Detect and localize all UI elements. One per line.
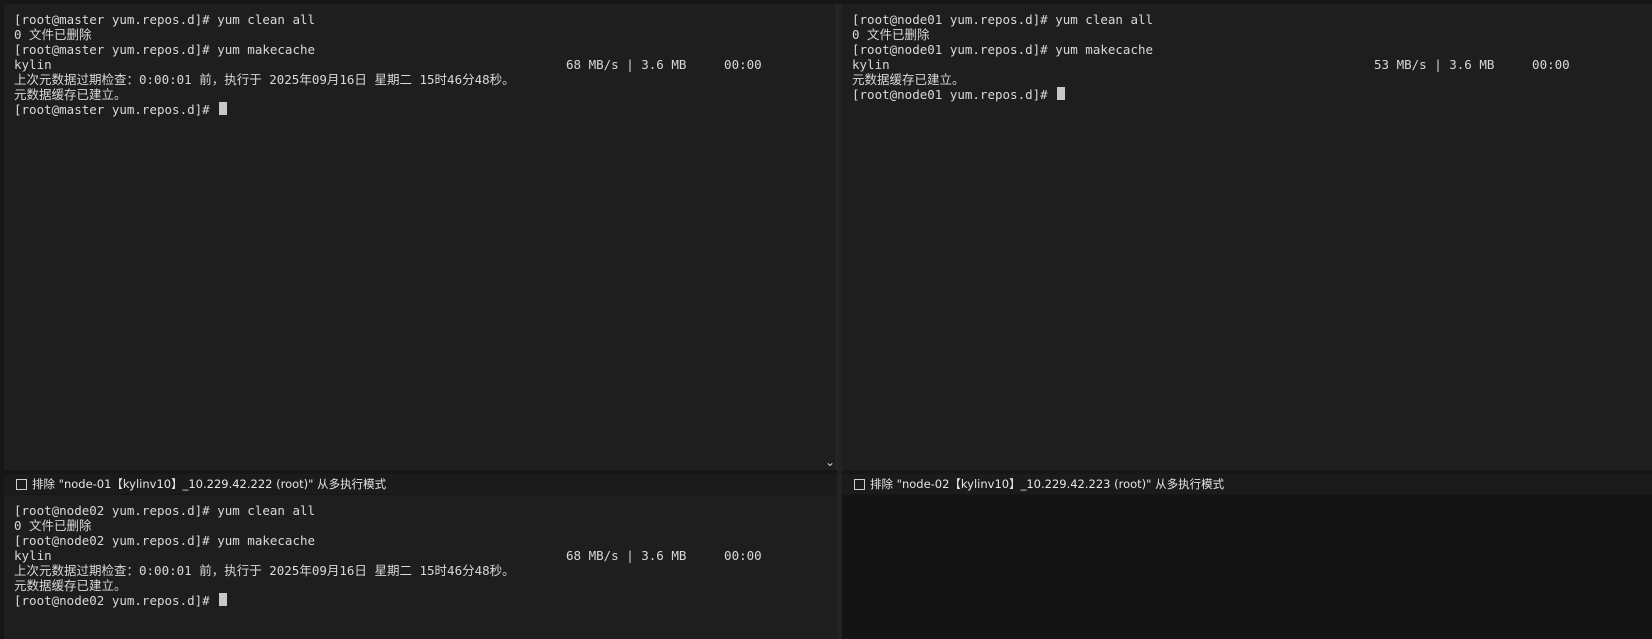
exclude-label: 排除 "node-02【kylinv10】_10.229.42.223 (roo…: [870, 477, 1225, 491]
terminal-line: 0 文件已删除: [14, 518, 92, 533]
terminal-line: 元数据缓存已建立。: [14, 578, 127, 593]
terminal-line: 元数据缓存已建立。: [852, 72, 965, 87]
terminal-prompt-line[interactable]: [root@node02 yum.repos.d]#: [14, 593, 827, 608]
repo-name: kylin: [14, 57, 52, 72]
terminal-repo-progress-line: kylin 68 MB/s | 3.6 MB 00:00: [14, 548, 827, 563]
terminal-pane-node02[interactable]: [root@node02 yum.repos.d]# yum clean all…: [4, 495, 837, 639]
terminal-prompt-line[interactable]: [root@master yum.repos.d]#: [14, 102, 826, 117]
shell-prompt: [root@node01 yum.repos.d]#: [852, 87, 1056, 102]
terminal-line: [root@master yum.repos.d]# yum makecache: [14, 42, 316, 57]
terminal-line: 0 文件已删除: [852, 27, 930, 42]
terminal-pane-master[interactable]: [root@master yum.repos.d]# yum clean all…: [4, 4, 837, 470]
terminal-cursor: [219, 102, 228, 115]
terminal-line: [root@node02 yum.repos.d]# yum makecache: [14, 533, 316, 548]
terminal-prompt-line[interactable]: [root@node01 yum.repos.d]#: [852, 87, 1642, 102]
terminal-line: 上次元数据过期检查：0:00:01 前，执行于 2025年09月16日 星期二 …: [14, 72, 515, 87]
exclude-checkbox[interactable]: [16, 478, 27, 490]
exclude-checkbox[interactable]: [854, 478, 865, 490]
repo-name: kylin: [852, 57, 890, 72]
terminal-line: [root@node01 yum.repos.d]# yum clean all: [852, 12, 1154, 27]
repo-download-stats: 68 MB/s | 3.6 MB 00:00: [566, 548, 762, 563]
terminal-line: [root@node01 yum.repos.d]# yum makecache: [852, 42, 1154, 57]
terminal-line: 元数据缓存已建立。: [14, 87, 127, 102]
terminal-repo-progress-line: kylin 53 MB/s | 3.6 MB 00:00: [852, 57, 1642, 72]
exclude-from-multi-exec-node02[interactable]: 排除 "node-02【kylinv10】_10.229.42.223 (roo…: [842, 474, 1652, 494]
repo-name: kylin: [14, 548, 52, 563]
repo-download-stats: 53 MB/s | 3.6 MB 00:00: [1374, 57, 1570, 72]
shell-prompt: [root@master yum.repos.d]#: [14, 102, 218, 117]
terminal-cursor: [1057, 87, 1066, 100]
chevron-down-icon[interactable]: ⌄: [824, 456, 836, 468]
multi-exec-terminal-window: [root@master yum.repos.d]# yum clean all…: [0, 0, 1652, 639]
shell-prompt: [root@node02 yum.repos.d]#: [14, 593, 218, 608]
repo-download-stats: 68 MB/s | 3.6 MB 00:00: [566, 57, 762, 72]
exclude-from-multi-exec-node01[interactable]: 排除 "node-01【kylinv10】_10.229.42.222 (roo…: [4, 474, 837, 494]
terminal-cursor: [219, 593, 228, 606]
terminal-line: [root@node02 yum.repos.d]# yum clean all: [14, 503, 316, 518]
terminal-line: 上次元数据过期检查：0:00:01 前，执行于 2025年09月16日 星期二 …: [14, 563, 515, 578]
terminal-pane-node01[interactable]: [root@node01 yum.repos.d]# yum clean all…: [842, 4, 1652, 470]
empty-pane: [842, 495, 1652, 639]
exclude-label: 排除 "node-01【kylinv10】_10.229.42.222 (roo…: [32, 477, 387, 491]
terminal-repo-progress-line: kylin 68 MB/s | 3.6 MB 00:00: [14, 57, 826, 72]
terminal-line: [root@master yum.repos.d]# yum clean all: [14, 12, 316, 27]
terminal-line: 0 文件已删除: [14, 27, 92, 42]
